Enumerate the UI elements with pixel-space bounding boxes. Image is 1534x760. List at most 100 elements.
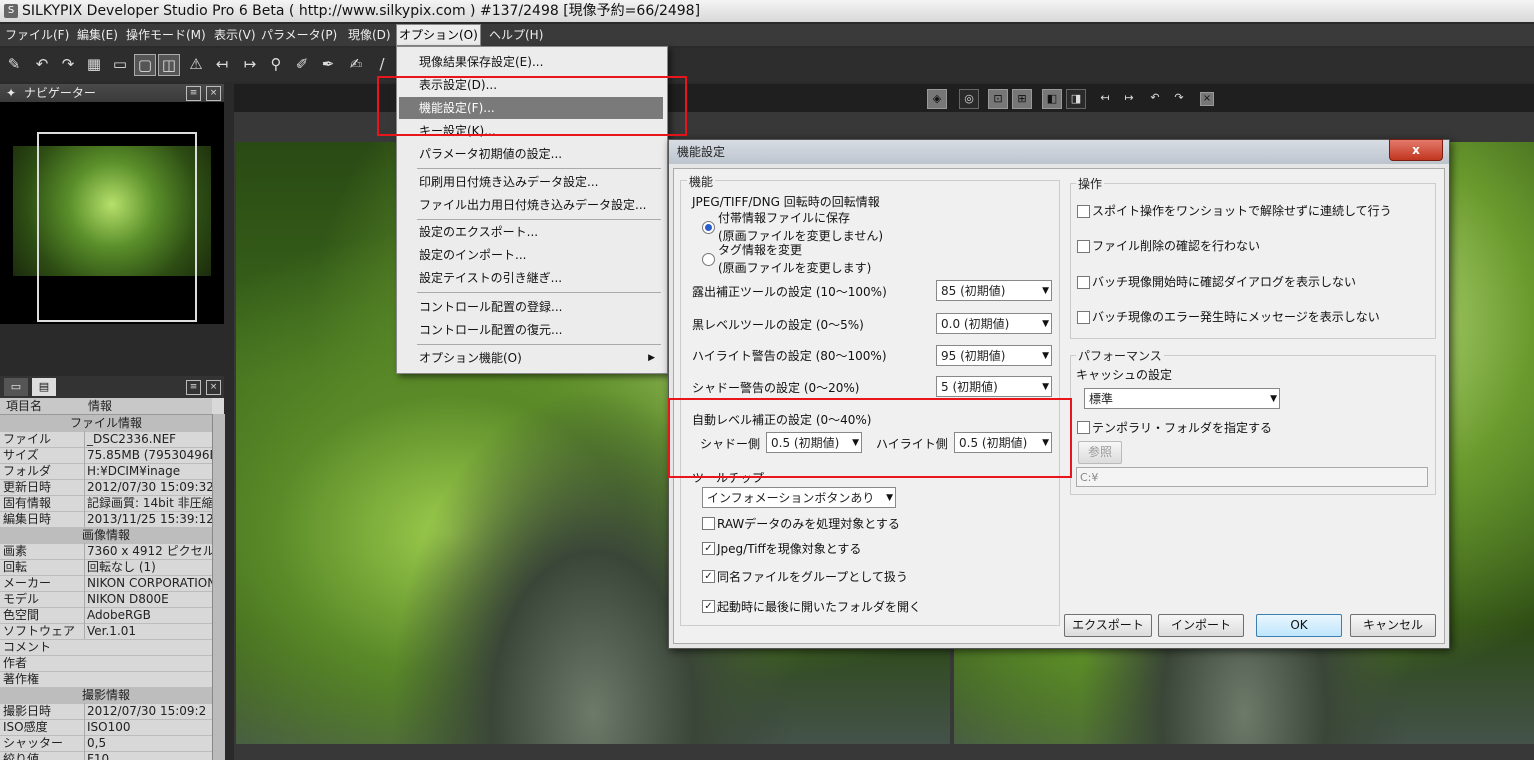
temp-folder-label: テンポラリ・フォルダを指定する bbox=[1092, 421, 1273, 435]
info-key: 回転 bbox=[3, 560, 28, 574]
group-same-name-checkbox[interactable]: ✓ bbox=[702, 570, 715, 583]
single-view-icon[interactable]: ▢ bbox=[134, 54, 156, 76]
pen-icon[interactable]: / bbox=[372, 54, 392, 74]
menu-item-save-settings[interactable]: 現像結果保存設定(E)... bbox=[399, 51, 663, 73]
temp-folder-checkbox[interactable] bbox=[1077, 421, 1090, 434]
shadow-warning-value: 5 (初期値) bbox=[941, 380, 998, 394]
menu-options[interactable]: オプション(O) bbox=[396, 24, 481, 46]
split-icon[interactable]: ◨ bbox=[1066, 89, 1086, 109]
info-tab-icon[interactable]: ▤ bbox=[32, 378, 56, 396]
info-panel-menu-icon[interactable]: ≡ bbox=[186, 380, 201, 395]
window-title: SILKYPIX Developer Studio Pro 6 Beta ( h… bbox=[22, 3, 701, 19]
navigator-icon: ✦ bbox=[6, 86, 17, 100]
eyedropper-continuous-label: スポイト操作をワンショットで解除せずに連続して行う bbox=[1092, 204, 1392, 218]
no-batch-error-checkbox[interactable] bbox=[1077, 311, 1090, 324]
menu-edit[interactable]: 編集(E) bbox=[75, 24, 120, 46]
cancel-button[interactable]: キャンセル bbox=[1350, 614, 1436, 637]
rotate-left-icon[interactable]: ↶ bbox=[1146, 89, 1164, 107]
compare-view-icon[interactable]: ◫ bbox=[158, 54, 180, 76]
info-value: 75.85MB (79530496By bbox=[84, 447, 212, 463]
menu-separator bbox=[417, 168, 661, 169]
grid-view-icon[interactable]: ▦ bbox=[84, 54, 104, 74]
menu-item-print-date[interactable]: 印刷用日付焼き込みデータ設定... bbox=[399, 171, 663, 193]
menu-parameter[interactable]: パラメータ(P) bbox=[259, 24, 339, 46]
radio-change-tag-label: タグ情報を変更 bbox=[718, 243, 803, 257]
before-after-icon[interactable]: ◧ bbox=[1042, 89, 1062, 109]
raw-only-checkbox[interactable] bbox=[702, 517, 715, 530]
prev-image-icon[interactable]: ↤ bbox=[1096, 89, 1114, 107]
no-batch-confirm-checkbox[interactable] bbox=[1077, 276, 1090, 289]
info-section-header: ファイル情報 bbox=[0, 415, 212, 432]
fit-icon[interactable]: ◈ bbox=[927, 89, 947, 109]
jpeg-tiff-checkbox[interactable]: ✓ bbox=[702, 542, 715, 555]
raw-only-label: RAWデータのみを処理対象とする bbox=[717, 517, 900, 531]
menu-develop[interactable]: 現像(D) bbox=[346, 24, 393, 46]
redo-icon[interactable]: ↷ bbox=[58, 54, 78, 74]
viewer-close-icon[interactable]: × bbox=[1200, 92, 1214, 106]
menu-item-param-defaults[interactable]: パラメータ初期値の設定... bbox=[399, 143, 663, 165]
panel-close-icon[interactable]: × bbox=[206, 86, 221, 101]
split-view-icon[interactable]: ▭ bbox=[110, 54, 130, 74]
info-row: モデル NIKON D800E bbox=[0, 591, 212, 608]
info-scrollbar[interactable] bbox=[212, 414, 225, 760]
menu-item-export-settings[interactable]: 設定のエクスポート... bbox=[399, 221, 663, 243]
open-last-folder-checkbox[interactable]: ✓ bbox=[702, 600, 715, 613]
shadow-warning-select[interactable]: 5 (初期値) ▼ bbox=[936, 376, 1052, 397]
menu-mode[interactable]: 操作モード(M) bbox=[124, 24, 208, 46]
browse-button[interactable]: 参照 bbox=[1078, 441, 1122, 464]
menu-item-option-functions[interactable]: オプション機能(O) ▶ bbox=[399, 347, 663, 369]
navigator-view-frame[interactable] bbox=[37, 132, 197, 322]
info-key: 固有情報 bbox=[3, 496, 52, 510]
menu-item-register-layout[interactable]: コントロール配置の登録... bbox=[399, 296, 663, 318]
focus-icon[interactable]: ◎ bbox=[959, 89, 979, 109]
dialog-close-button[interactable]: x bbox=[1389, 139, 1443, 161]
warning-icon[interactable]: ⚠ bbox=[186, 54, 206, 74]
navigator-panel bbox=[0, 102, 224, 324]
info-section-header: 画像情報 bbox=[0, 527, 212, 544]
undo-icon[interactable]: ↶ bbox=[32, 54, 52, 74]
menu-view[interactable]: 表示(V) bbox=[212, 24, 258, 46]
info-table-header: 項目名 情報 bbox=[0, 398, 212, 415]
info-key: ソフトウェア bbox=[3, 624, 76, 638]
temp-folder-path[interactable]: C:¥ bbox=[1076, 467, 1428, 487]
panel-menu-icon[interactable]: ≡ bbox=[186, 86, 201, 101]
info-value: 回転なし (1) bbox=[84, 559, 212, 575]
eyedropper-icon[interactable]: ✐ bbox=[292, 54, 312, 74]
folder-tab-icon[interactable]: ▭ bbox=[4, 378, 28, 396]
menu-help[interactable]: ヘルプ(H) bbox=[487, 24, 545, 46]
no-delete-confirm-checkbox[interactable] bbox=[1077, 240, 1090, 253]
brush-icon[interactable]: ✎ bbox=[4, 54, 24, 74]
next-image-icon[interactable]: ↦ bbox=[1120, 89, 1138, 107]
cache-setting-select[interactable]: 標準 ▼ bbox=[1084, 388, 1280, 409]
chevron-down-icon: ▼ bbox=[1042, 319, 1049, 329]
chevron-down-icon: ▼ bbox=[1042, 351, 1049, 361]
stamp-icon[interactable]: ✍ bbox=[346, 54, 366, 74]
black-level-select[interactable]: 0.0 (初期値) ▼ bbox=[936, 313, 1052, 334]
tooltip-select[interactable]: インフォメーションボタンあり ▼ bbox=[702, 487, 896, 508]
next-icon[interactable]: ↦ bbox=[240, 54, 260, 74]
zoom-actual-icon[interactable]: ⊞ bbox=[1012, 89, 1032, 109]
zoom-icon[interactable]: ⚲ bbox=[266, 54, 286, 74]
radio-change-tag[interactable] bbox=[702, 253, 715, 266]
info-value: ISO100 bbox=[84, 719, 212, 735]
menu-item-inherit-taste[interactable]: 設定テイストの引き継ぎ... bbox=[399, 267, 663, 289]
radio-change-tag-sub: (原画ファイルを変更します) bbox=[718, 261, 872, 275]
menu-file[interactable]: ファイル(F) bbox=[3, 24, 71, 46]
info-panel-close-icon[interactable]: × bbox=[206, 380, 221, 395]
export-button[interactable]: エクスポート bbox=[1064, 614, 1152, 637]
menu-item-import-settings[interactable]: 設定のインポート... bbox=[399, 244, 663, 266]
prev-icon[interactable]: ↤ bbox=[212, 54, 232, 74]
info-row: サイズ 75.85MB (79530496By bbox=[0, 447, 212, 464]
menu-item-restore-layout[interactable]: コントロール配置の復元... bbox=[399, 319, 663, 341]
exposure-tool-select[interactable]: 85 (初期値) ▼ bbox=[936, 280, 1052, 301]
radio-save-sidecar[interactable] bbox=[702, 221, 715, 234]
highlight-warning-select[interactable]: 95 (初期値) ▼ bbox=[936, 345, 1052, 366]
ok-button[interactable]: OK bbox=[1256, 614, 1342, 637]
zoom-fit-icon[interactable]: ⊡ bbox=[988, 89, 1008, 109]
import-button[interactable]: インポート bbox=[1158, 614, 1244, 637]
col-key-header: 項目名 bbox=[6, 399, 43, 413]
rotate-right-icon[interactable]: ↷ bbox=[1170, 89, 1188, 107]
picker-icon[interactable]: ✒ bbox=[318, 54, 338, 74]
menu-item-file-date[interactable]: ファイル出力用日付焼き込みデータ設定... bbox=[399, 194, 663, 216]
eyedropper-continuous-checkbox[interactable] bbox=[1077, 205, 1090, 218]
